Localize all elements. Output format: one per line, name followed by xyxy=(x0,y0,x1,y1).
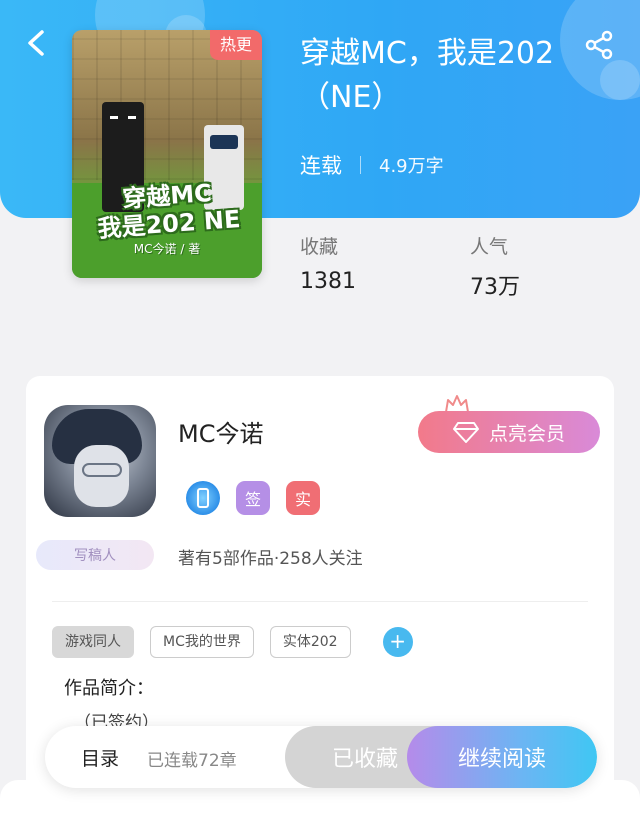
chapter-count: 已连载72章 xyxy=(147,751,237,771)
vip-button-label: 点亮会员 xyxy=(488,422,565,445)
tag-minecraft[interactable]: MC我的世界 xyxy=(150,626,254,658)
cover-title: 穿越MC 我是202 NE xyxy=(96,178,242,243)
book-cover[interactable]: 穿越MC 我是202 NE MC今诺 / 著 热更 xyxy=(72,30,262,278)
favorites-value: 1381 xyxy=(300,269,356,294)
diamond-icon xyxy=(452,422,479,443)
add-tag-button[interactable]: + xyxy=(382,627,413,657)
favorites-stat: 收藏 1381 xyxy=(300,232,356,294)
popularity-stat: 人气 73万 xyxy=(470,232,520,301)
book-title: 穿越MC，我是202（NE） xyxy=(300,36,555,115)
avatar[interactable] xyxy=(44,405,156,517)
hot-update-badge: 热更 xyxy=(210,30,262,60)
divider xyxy=(360,156,361,174)
back-arrow-icon[interactable] xyxy=(22,28,52,58)
continue-reading-button[interactable]: 继续阅读 xyxy=(407,726,597,788)
cover-author: MC今诺 / 著 xyxy=(133,242,201,256)
tag-entity-202[interactable]: 实体202 xyxy=(269,626,351,658)
divider xyxy=(52,601,588,602)
author-badges: 签 实 xyxy=(186,481,320,515)
bottom-action-bar: 目录 已连载72章 已收藏 继续阅读 xyxy=(45,726,597,788)
popularity-label: 人气 xyxy=(470,236,509,258)
vip-button[interactable]: 点亮会员 xyxy=(418,411,600,453)
toc-button[interactable]: 目录 xyxy=(81,744,119,771)
author-name[interactable]: MC今诺 xyxy=(178,414,263,449)
signed-badge[interactable]: 签 xyxy=(236,481,270,515)
decor-bubble xyxy=(600,60,640,100)
verified-badge[interactable]: 实 xyxy=(286,481,320,515)
book-status-row: 连载 4.9万字 xyxy=(300,150,444,180)
writer-tag: 写稿人 xyxy=(36,540,154,570)
share-icon[interactable] xyxy=(584,30,614,60)
favorites-label: 收藏 xyxy=(300,236,339,258)
word-count: 4.9万字 xyxy=(379,156,444,177)
tag-game-fanfic[interactable]: 游戏同人 xyxy=(52,626,134,658)
intro-title: 作品简介： xyxy=(64,678,154,699)
level-badge-icon[interactable] xyxy=(186,481,220,515)
author-meta: 著有5部作品·258人关注 xyxy=(178,549,363,569)
serial-status: 连载 xyxy=(300,154,342,178)
cover-art: 穿越MC 我是202 NE MC今诺 / 著 xyxy=(72,30,262,278)
book-tags: 游戏同人 MC我的世界 实体202 + xyxy=(52,626,413,658)
popularity-value: 73万 xyxy=(470,275,520,300)
